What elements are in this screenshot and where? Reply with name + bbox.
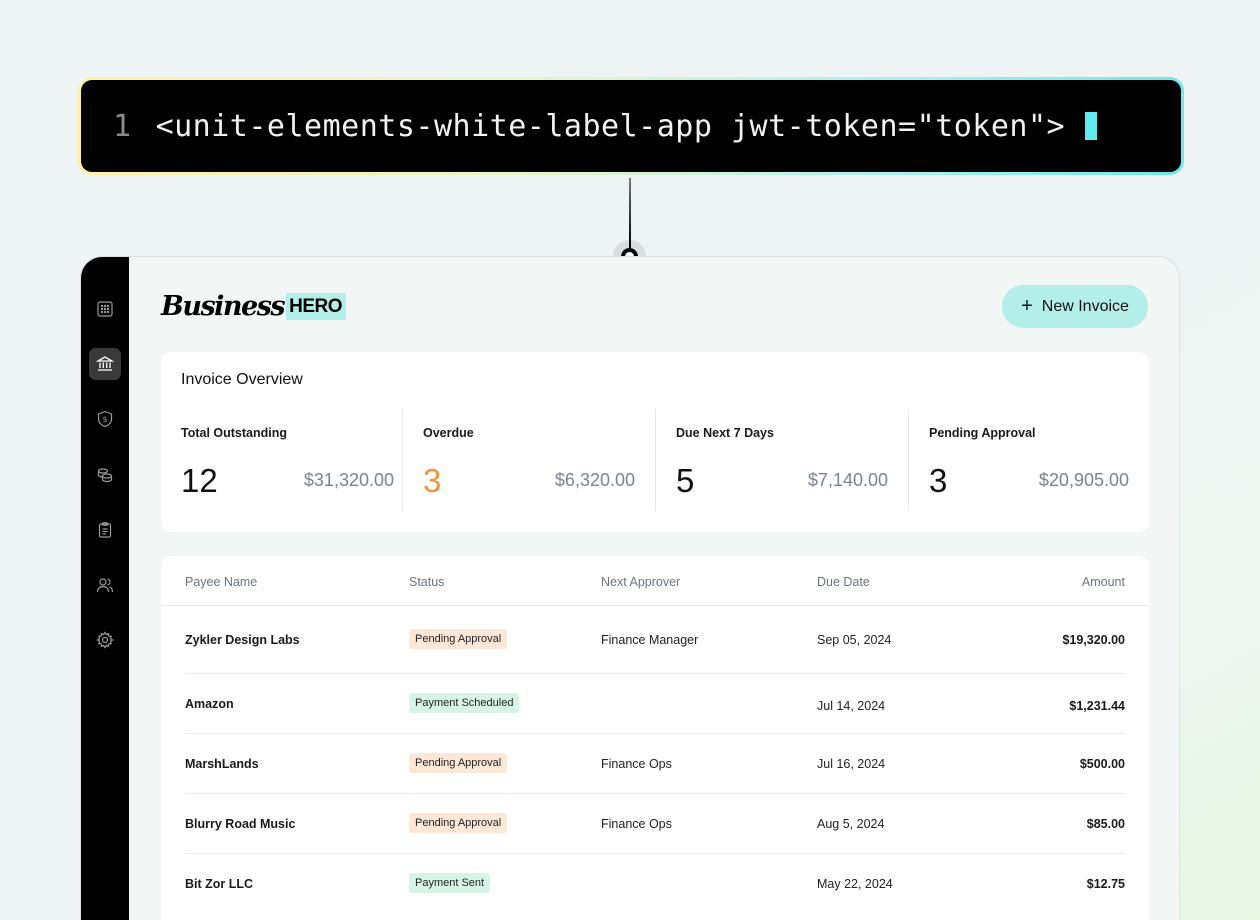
status-badge: Payment Scheduled — [409, 693, 520, 713]
due-date: Jul 16, 2024 — [817, 757, 886, 771]
stat-count: 5 — [676, 462, 695, 499]
table-header: Payee Name Status Next Approver Due Date… — [161, 556, 1149, 606]
stat-count: 3 — [423, 462, 442, 499]
column-header-due-date[interactable]: Due Date — [817, 575, 870, 589]
amount: $500.00 — [1079, 757, 1125, 771]
stat-label: Total Outstanding — [181, 426, 288, 440]
due-date: Aug 5, 2024 — [817, 817, 885, 831]
status-badge: Pending Approval — [409, 629, 508, 649]
next-approver: Finance Ops — [601, 817, 672, 831]
main-content: Business HERO + New Invoice Invoice Over… — [129, 257, 1179, 920]
coins-icon — [97, 468, 113, 483]
code-text: <unit-elements-white-label-app jwt-token… — [155, 108, 1066, 144]
sidebar: $ — [81, 257, 129, 920]
stat-amount: $20,905.00 — [1038, 470, 1129, 490]
table-row[interactable]: Amazon Payment Scheduled Jul 14, 2024 $1… — [185, 674, 1125, 734]
amount: $85.00 — [1086, 817, 1125, 831]
overview-title: Invoice Overview — [181, 371, 303, 388]
sidebar-item-payments[interactable]: $ — [89, 403, 121, 435]
stat-amount: $31,320.00 — [303, 470, 394, 490]
brand-logo-badge: HERO — [286, 293, 347, 320]
status-badge: Pending Approval — [409, 813, 508, 833]
plus-icon: + — [1021, 294, 1033, 317]
stat-count: 12 — [181, 462, 218, 499]
code-snippet-frame: 1 <unit-elements-white-label-app jwt-tok… — [78, 77, 1184, 175]
due-date: May 22, 2024 — [817, 877, 893, 891]
stat-label: Overdue — [423, 426, 474, 440]
table-row[interactable]: Zykler Design Labs Pending Approval Fina… — [185, 606, 1125, 674]
bank-icon — [96, 356, 114, 371]
connector-line — [629, 178, 631, 248]
table-row[interactable]: Bit Zor LLC Payment Sent May 22, 2024 $1… — [185, 854, 1125, 914]
due-date: Sep 05, 2024 — [817, 633, 892, 647]
stat-amount: $7,140.00 — [807, 470, 888, 490]
stat-total-outstanding[interactable]: Total Outstanding 12 $31,320.00 — [161, 409, 414, 511]
due-date: Jul 14, 2024 — [817, 699, 886, 713]
next-approver: Finance Ops — [601, 757, 672, 771]
users-icon — [96, 578, 114, 593]
payee-name: Zykler Design Labs — [185, 633, 300, 647]
table-row[interactable]: MarshLands Pending Approval Finance Ops … — [185, 734, 1125, 794]
stat-label: Due Next 7 Days — [676, 426, 774, 440]
invoice-overview-card: Invoice Overview Total Outstanding 12 $3… — [161, 352, 1149, 532]
line-number: 1 — [113, 108, 132, 144]
sidebar-item-documents[interactable] — [89, 514, 121, 546]
stat-overdue[interactable]: Overdue 3 $6,320.00 — [402, 409, 655, 511]
invoice-table: Payee Name Status Next Approver Due Date… — [161, 556, 1149, 920]
column-header-status[interactable]: Status — [409, 575, 444, 589]
payee-name: MarshLands — [185, 757, 259, 771]
text-cursor — [1085, 112, 1098, 140]
brand-logo-script: Business — [161, 291, 286, 322]
status-badge: Pending Approval — [409, 753, 508, 773]
status-badge: Payment Sent — [409, 873, 491, 893]
stat-amount: $6,320.00 — [554, 470, 635, 490]
code-snippet: 1 <unit-elements-white-label-app jwt-tok… — [81, 80, 1181, 172]
next-approver: Finance Manager — [601, 633, 699, 647]
new-invoice-label: New Invoice — [1041, 297, 1129, 315]
stat-due-next-7-days[interactable]: Due Next 7 Days 5 $7,140.00 — [655, 409, 908, 511]
payee-name: Blurry Road Music — [185, 817, 296, 831]
payee-name: Bit Zor LLC — [185, 877, 254, 891]
sidebar-item-calendar[interactable] — [89, 293, 121, 325]
amount: $1,231.44 — [1069, 699, 1125, 713]
sidebar-item-settings[interactable] — [89, 624, 121, 656]
app-window: $ Business HERO + New Invoice Invoice Ov… — [80, 256, 1180, 920]
calendar-grid-icon — [97, 301, 113, 317]
sidebar-item-users[interactable] — [89, 569, 121, 601]
gear-icon — [96, 631, 114, 649]
table-row[interactable]: Blurry Road Music Pending Approval Finan… — [185, 794, 1125, 854]
clipboard-icon — [98, 522, 112, 538]
svg-text:$: $ — [102, 415, 107, 424]
stat-label: Pending Approval — [929, 426, 1036, 440]
column-header-payee[interactable]: Payee Name — [185, 575, 257, 589]
column-header-amount[interactable]: Amount — [1082, 575, 1125, 589]
amount: $19,320.00 — [1062, 633, 1125, 647]
payee-name: Amazon — [185, 697, 234, 711]
dollar-shield-icon: $ — [97, 410, 113, 428]
stat-count: 3 — [929, 462, 948, 499]
sidebar-item-banking[interactable] — [89, 348, 121, 380]
column-header-approver[interactable]: Next Approver — [601, 575, 680, 589]
brand-logo[interactable]: Business HERO — [161, 291, 347, 322]
amount: $12.75 — [1086, 877, 1125, 891]
stat-pending-approval[interactable]: Pending Approval 3 $20,905.00 — [908, 409, 1149, 511]
new-invoice-button[interactable]: + New Invoice — [1002, 285, 1148, 328]
sidebar-item-funds[interactable] — [89, 459, 121, 491]
